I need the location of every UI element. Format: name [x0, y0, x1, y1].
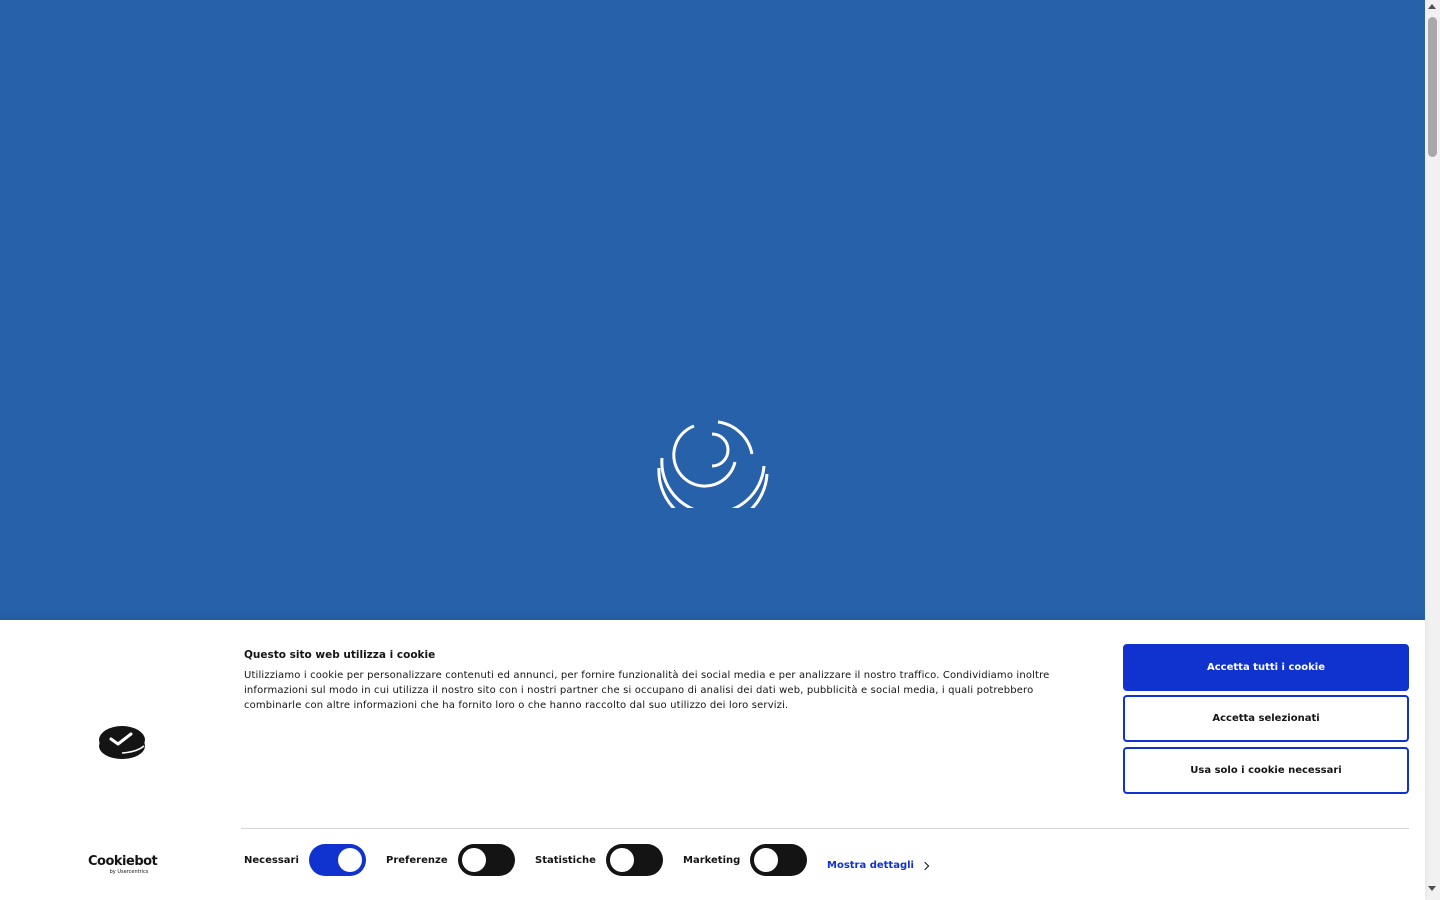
toggle-knob — [461, 848, 486, 872]
cookiebot-subtitle: by Usercentrics — [109, 869, 149, 875]
cookie-consent-banner: Cookiebot by Usercentrics Questo sito we… — [0, 620, 1425, 900]
necessari-toggle[interactable] — [308, 844, 366, 876]
statistiche-toggle[interactable] — [605, 844, 663, 876]
scrollbar-thumb[interactable] — [1428, 17, 1437, 157]
toggle-group-marketing: Marketing — [683, 844, 808, 876]
toggle-knob — [609, 848, 634, 872]
toggle-group-statistiche: Statistiche — [535, 844, 663, 876]
show-details-label: Mostra dettagli — [827, 860, 914, 871]
show-details-link[interactable]: Mostra dettagli — [827, 860, 930, 871]
necessary-cookies-only-button[interactable]: Usa solo i cookie necessari — [1123, 747, 1409, 794]
scroll-up-arrow-icon[interactable] — [1428, 4, 1436, 9]
accept-all-cookies-button[interactable]: Accetta tutti i cookie — [1123, 644, 1409, 691]
toggle-knob — [754, 848, 779, 872]
toggle-label-statistiche: Statistiche — [535, 854, 596, 866]
toggle-group-preferenze: Preferenze — [386, 844, 515, 876]
page-scrollbar[interactable] — [1425, 0, 1440, 900]
toggle-knob — [337, 848, 362, 872]
cookiebot-wordmark: Cookiebot — [88, 854, 158, 869]
cookie-check-logo-icon — [99, 726, 145, 759]
banner-divider — [241, 828, 1409, 829]
banner-description: Utilizziamo i cookie per personalizzare … — [244, 670, 1050, 711]
toggle-group-necessari: Necessari — [244, 844, 366, 876]
chevron-right-icon — [920, 861, 930, 870]
toggle-label-necessari: Necessari — [244, 854, 299, 866]
cookiebot-logo[interactable]: Cookiebot by Usercentrics — [88, 854, 158, 879]
spinner-icon — [657, 420, 769, 508]
scroll-down-arrow-icon[interactable] — [1428, 886, 1436, 891]
toggle-label-marketing: Marketing — [683, 854, 741, 866]
marketing-toggle[interactable] — [750, 844, 808, 876]
banner-title: Questo sito web utilizza i cookie — [244, 649, 436, 661]
preferenze-toggle[interactable] — [457, 844, 515, 876]
accept-selected-button[interactable]: Accetta selezionati — [1123, 695, 1409, 742]
toggle-label-preferenze: Preferenze — [386, 854, 448, 866]
